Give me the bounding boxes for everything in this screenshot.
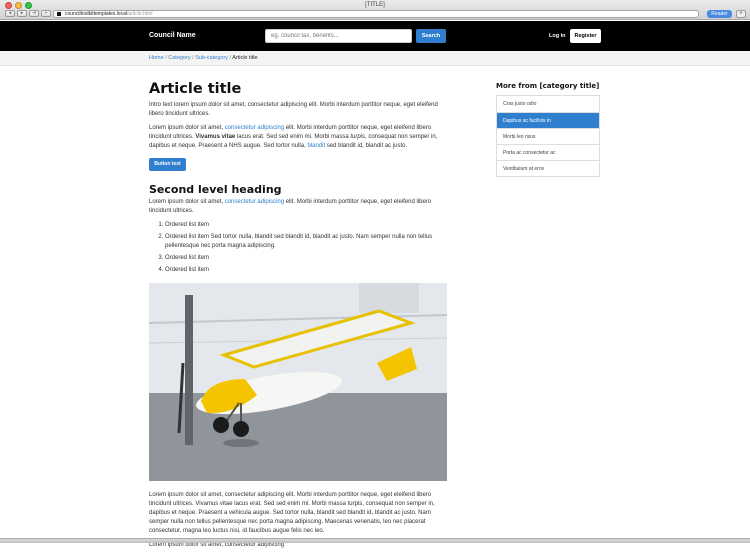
breadcrumb-separator: / — [165, 55, 167, 61]
url-host: counciltoolkittemplates.local — [65, 11, 127, 17]
intro-text: Intro text lorem ipsum dolor sit amet, c… — [149, 102, 438, 117]
breadcrumb-subcategory[interactable]: Sub-category — [195, 55, 228, 61]
body-paragraph: Lorem ipsum dolor sit amet, consectetur … — [149, 125, 438, 149]
inline-link[interactable]: consectetur adipiscing — [225, 125, 284, 131]
address-bar[interactable]: counciltoolkittemplates.local/article.ht… — [53, 10, 699, 18]
favicon-icon — [57, 12, 61, 16]
back-icon[interactable]: ◂ — [5, 10, 15, 17]
list-item: Ordered list item Sed tortor nulla, blan… — [165, 233, 449, 251]
login-link[interactable]: Log in — [549, 33, 566, 39]
register-button[interactable]: Register — [570, 29, 601, 43]
ordered-list: Ordered list item Ordered list item Sed … — [165, 221, 449, 275]
section-heading: Second level heading — [149, 183, 282, 196]
list-item: Ordered list item — [165, 266, 449, 275]
sidebar-item[interactable]: Cras justo odio — [497, 96, 599, 112]
breadcrumb-current: Article title — [232, 55, 258, 61]
window-title: [TITLE] — [365, 2, 385, 8]
site-header: Council Name Search Log in Register — [0, 21, 750, 51]
sidebar-item-active[interactable]: Dapibus ac facilisis in — [497, 112, 599, 128]
breadcrumb-category[interactable]: Category — [168, 55, 190, 61]
new-tab-icon[interactable]: + — [41, 10, 51, 17]
related-sidebar: More from [category title] Cras justo od… — [496, 82, 600, 177]
add-bookmark-icon[interactable]: + — [736, 10, 746, 18]
site-brand[interactable]: Council Name — [149, 32, 196, 39]
breadcrumb-bar: Home / Category / Sub-category / Article… — [0, 51, 750, 66]
search-input[interactable] — [265, 29, 412, 43]
article: Article title Intro text lorem ipsum dol… — [149, 80, 449, 555]
list-item: Ordered list item — [165, 254, 449, 263]
sidebar-item[interactable]: Porta ac consectetur ac — [497, 144, 599, 160]
airplane-photo — [149, 283, 447, 481]
search-button[interactable]: Search — [416, 29, 446, 43]
sidebar-item[interactable]: Morbi leo risus — [497, 128, 599, 144]
sidebar-title: More from [category title] — [496, 82, 600, 90]
breadcrumb-separator: / — [192, 55, 194, 61]
page-title: Article title — [149, 81, 242, 97]
inline-link[interactable]: blandit — [307, 143, 325, 149]
breadcrumb: Home / Category / Sub-category / Article… — [149, 55, 258, 61]
list-item: Ordered list item — [165, 221, 449, 230]
primary-button[interactable]: Button text — [149, 158, 186, 171]
inline-link[interactable]: consectetur adipiscing — [225, 199, 284, 205]
status-bar — [0, 538, 750, 543]
reader-button[interactable]: Reader — [707, 10, 732, 18]
breadcrumb-home[interactable]: Home — [149, 55, 164, 61]
browser-toolbar: [TITLE] ◂ ▸ ⇥ + counciltoolkittemplates.… — [0, 0, 750, 20]
related-list: Cras justo odio Dapibus ac facilisis in … — [496, 95, 600, 177]
breadcrumb-separator: / — [229, 55, 231, 61]
body-paragraph: Lorem ipsum dolor sit amet, consectetur … — [149, 492, 435, 534]
url-path: /article.html — [126, 11, 153, 17]
sidebar-item[interactable]: Vestibulum at eros — [497, 160, 599, 176]
body-paragraph: Lorem ipsum dolor sit amet, consectetur … — [149, 199, 432, 214]
forward-icon[interactable]: ▸ — [17, 10, 27, 17]
share-icon[interactable]: ⇥ — [29, 10, 39, 17]
